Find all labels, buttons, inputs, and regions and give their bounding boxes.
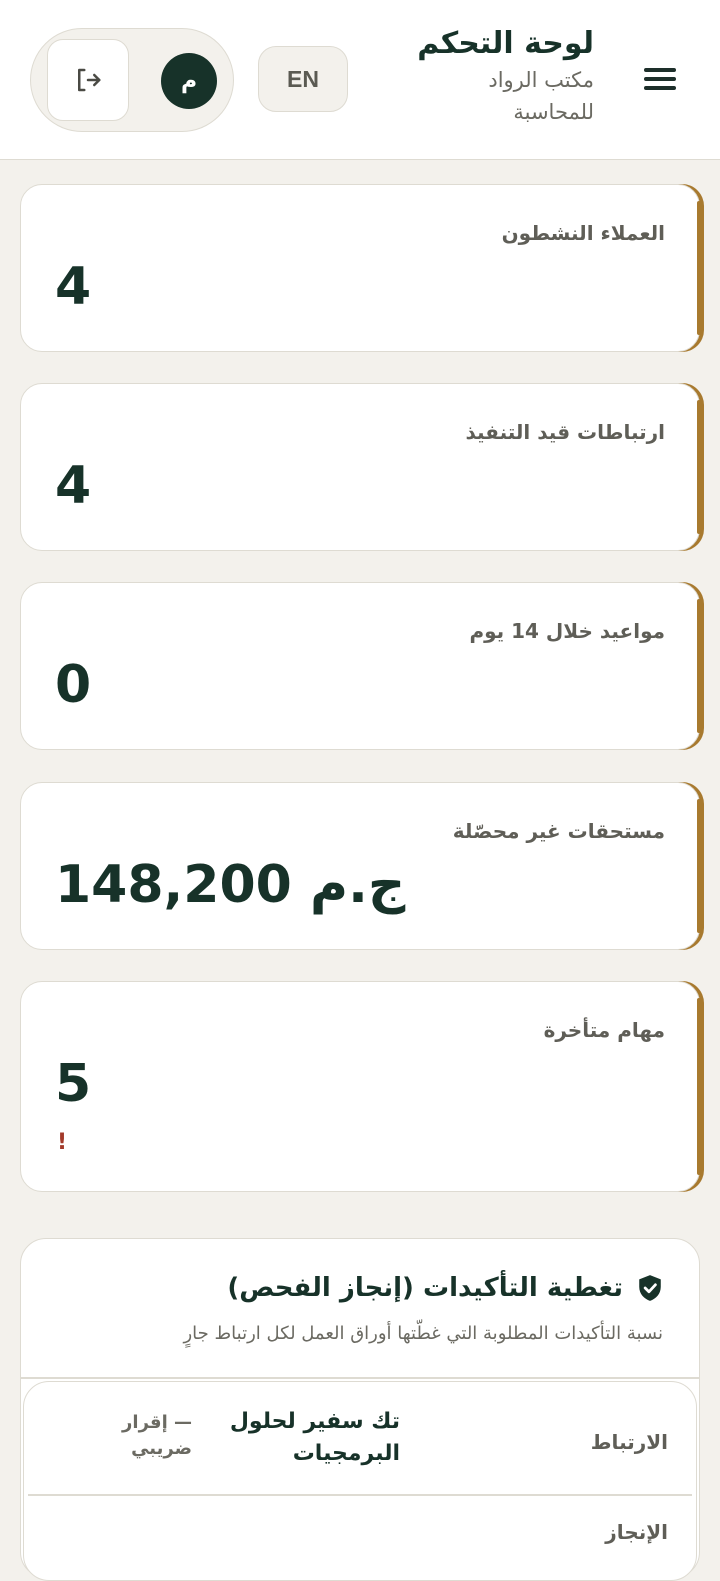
- stat-card-overdue-tasks[interactable]: مهام متأخرة 5 !: [20, 981, 701, 1192]
- language-toggle-button[interactable]: EN: [258, 46, 348, 112]
- coverage-subtitle: نسبة التأكيدات المطلوبة التي غطّتها أورا…: [183, 1323, 663, 1344]
- stat-value: 0: [55, 655, 93, 715]
- progress-label: الإنجاز: [605, 1520, 668, 1544]
- stat-card-active-clients[interactable]: العملاء النشطون 4: [20, 184, 701, 352]
- engagement-client-name[interactable]: تك سفير لحلول البرمجيات: [200, 1406, 400, 1470]
- divider: [21, 1377, 699, 1379]
- user-menu: م: [30, 28, 234, 132]
- app-header: لوحة التحكم مكتب الرواد للمحاسبة EN م: [0, 0, 720, 160]
- divider: [28, 1494, 692, 1496]
- stat-value: 4: [55, 257, 93, 317]
- menu-icon-bar: [644, 68, 676, 72]
- stat-card-engagements-in-progress[interactable]: ارتباطات قيد التنفيذ 4: [20, 383, 701, 551]
- stat-value: 4: [55, 456, 93, 516]
- stat-label: مستحقات غير محصّلة: [452, 819, 665, 843]
- stat-card-deadlines-14-days[interactable]: مواعيد خلال 14 يوم 0: [20, 582, 701, 750]
- engagement-label: الارتباط: [590, 1430, 668, 1454]
- shield-check-icon: [639, 1275, 661, 1301]
- stat-label: ارتباطات قيد التنفيذ: [465, 420, 665, 444]
- stat-value: 5: [55, 1054, 93, 1114]
- stat-label: العملاء النشطون: [501, 221, 665, 245]
- avatar[interactable]: م: [161, 53, 217, 109]
- office-name: مكتب الرواد للمحاسبة: [488, 68, 594, 124]
- title-block: لوحة التحكم مكتب الرواد للمحاسبة: [417, 24, 594, 128]
- page-title: لوحة التحكم: [417, 26, 594, 61]
- assertion-coverage-panel: تغطية التأكيدات (إنجاز الفحص) نسبة التأك…: [20, 1238, 700, 1581]
- stat-value: 148,200 ج.م: [55, 855, 406, 915]
- stat-label: مهام متأخرة: [543, 1018, 665, 1042]
- overdue-alert-badge: !: [57, 1130, 68, 1155]
- engagement-type: — إقرار ضريبي: [122, 1412, 192, 1460]
- menu-button[interactable]: [640, 62, 680, 96]
- coverage-title: تغطية التأكيدات (إنجاز الفحص): [227, 1273, 623, 1303]
- stat-label: مواعيد خلال 14 يوم: [469, 619, 665, 643]
- menu-icon-bar: [644, 86, 676, 90]
- engagement-card[interactable]: الارتباط تك سفير لحلول البرمجيات — إقرار…: [23, 1381, 697, 1581]
- coverage-header: تغطية التأكيدات (إنجاز الفحص): [227, 1273, 663, 1303]
- logout-icon: [78, 68, 101, 92]
- menu-icon-bar: [644, 77, 676, 81]
- logout-button[interactable]: [47, 39, 129, 121]
- stat-card-outstanding-receivables[interactable]: مستحقات غير محصّلة 148,200 ج.م: [20, 782, 701, 950]
